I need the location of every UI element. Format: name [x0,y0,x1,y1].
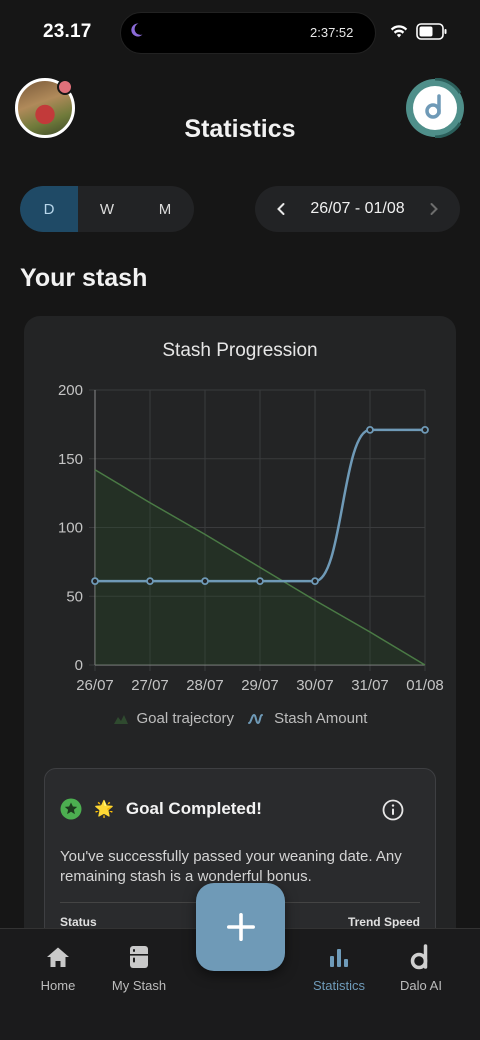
stash-data-point [256,577,264,586]
period-month-button[interactable]: M [136,186,194,232]
battery-icon [416,23,447,40]
trend-speed-column-header: Trend Speed [347,915,420,929]
nav-dalo-ai-label: Dalo AI [400,978,442,993]
nav-home[interactable]: Home [13,944,103,993]
date-range-picker: 26/07 - 01/08 [255,186,460,232]
legend-label: Stash Amount [274,710,368,727]
goal-emoji: 🌟 [94,801,114,818]
x-tick-label: 30/07 [296,677,334,694]
date-range-label: 26/07 - 01/08 [310,200,405,217]
goal-title: Goal Completed! [125,799,262,818]
wave-line-icon [248,713,264,724]
status-column-header: Status [60,915,97,929]
y-tick-label: 100 [58,520,83,537]
legend-label: Goal trajectory [136,710,235,727]
status-time: 23.17 [43,21,92,42]
stash-data-point [201,577,209,586]
stash-data-point [366,425,374,434]
legend-stash-amount[interactable]: Stash Amount [248,710,367,727]
stash-data-point [421,425,429,434]
island-timer: 2:37:52 [310,25,354,40]
stash-data-point [311,577,319,586]
dalo-logo-icon [410,944,428,970]
home-icon [47,947,69,967]
prev-range-button[interactable] [255,186,307,232]
nav-my-stash-label: My Stash [111,978,167,993]
chart-title: Stash Progression [162,340,318,361]
stash-data-point [146,577,154,586]
x-tick-label: 27/07 [131,677,169,694]
y-tick-label: 200 [58,382,83,399]
x-tick-label: 01/08 [406,677,444,694]
period-day-button[interactable]: D [20,186,78,232]
y-tick-label: 50 [66,588,83,605]
goal-message: You've successfully passed your weaning … [60,848,402,885]
notification-dot [57,79,73,95]
mountain-icon [113,714,128,724]
nav-dalo-ai[interactable]: Dalo AI [376,944,466,993]
x-tick-label: 29/07 [241,677,279,694]
x-tick-label: 28/07 [186,677,224,694]
x-tick-label: 31/07 [351,677,389,694]
nav-statistics-label: Statistics [312,978,365,993]
chart-legend: Goal trajectory Stash Amount [0,710,480,727]
y-tick-label: 150 [58,451,83,468]
bar-chart-icon [330,949,348,967]
chevron-right-icon [430,203,438,215]
chevron-left-icon [277,203,285,215]
period-week-button[interactable]: W [78,186,136,232]
nav-my-stash[interactable]: My Stash [94,944,184,993]
next-range-button[interactable] [408,186,460,232]
stash-data-point [91,577,99,586]
dalo-logo-icon[interactable] [405,78,465,138]
y-tick-label: 0 [75,657,83,674]
fridge-icon [130,946,148,968]
period-switch: D W M [20,186,194,232]
section-title: Your stash [20,264,148,292]
add-button[interactable] [196,883,285,971]
nav-home-label: Home [40,978,76,993]
stash-progression-chart: 0 50 100 150 200 26/07 27/07 28/07 29/07 30/07 31/… [58,382,444,694]
nav-statistics[interactable]: Statistics [294,944,384,993]
goal-header: 🌟 Goal Completed! [60,798,262,820]
moon-icon [131,23,143,37]
wifi-icon [390,25,408,38]
x-tick-label: 26/07 [76,677,114,694]
plus-icon [226,913,255,941]
legend-goal-trajectory[interactable]: Goal trajectory [113,710,235,727]
star-badge-icon [60,798,82,820]
info-icon[interactable] [382,799,404,821]
